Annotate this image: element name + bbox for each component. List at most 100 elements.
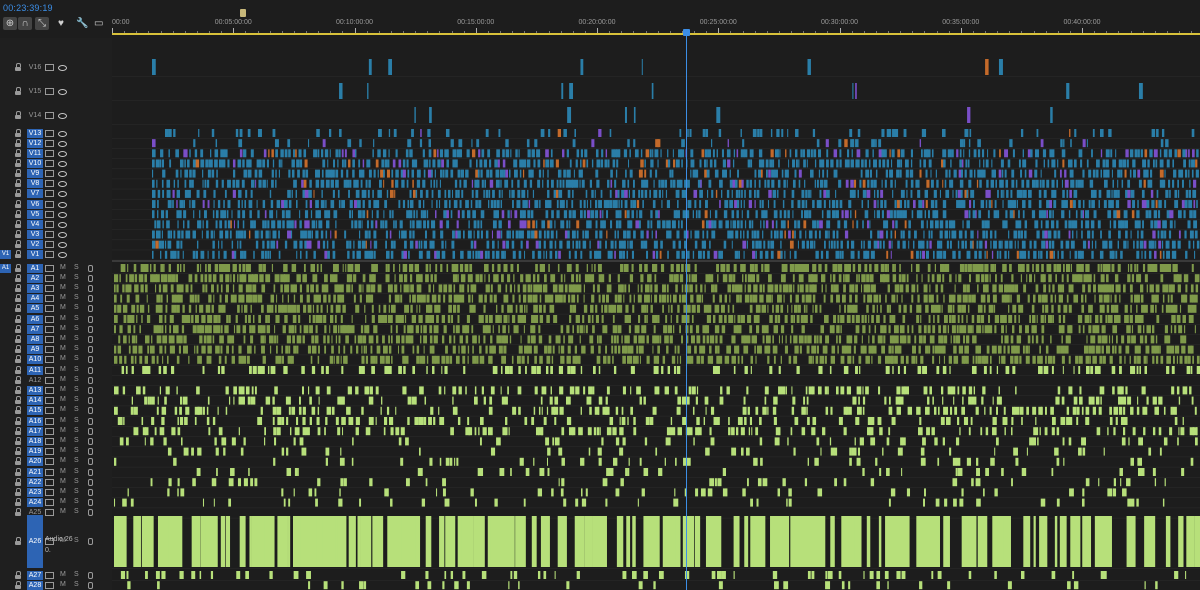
video-clip[interactable] (362, 210, 366, 219)
video-clip[interactable] (152, 240, 156, 249)
video-clip[interactable] (241, 200, 243, 209)
audio-clip[interactable] (142, 386, 146, 395)
video-clip[interactable] (698, 210, 701, 219)
audio-clip[interactable] (144, 355, 149, 364)
audio-clip[interactable] (981, 396, 984, 405)
video-clip[interactable] (1162, 179, 1166, 188)
sync-lock-icon[interactable] (45, 468, 54, 476)
audio-clip[interactable] (1088, 304, 1093, 313)
video-clip[interactable] (330, 230, 332, 239)
audio-clip[interactable] (1177, 284, 1181, 293)
video-clip[interactable] (770, 149, 774, 158)
video-clip[interactable] (395, 149, 398, 158)
video-clip[interactable] (416, 179, 421, 188)
eye-icon[interactable] (58, 140, 67, 147)
audio-clip[interactable] (481, 386, 484, 395)
audio-clip[interactable] (932, 325, 936, 334)
audio-clip[interactable] (641, 335, 645, 344)
video-clip[interactable] (329, 149, 331, 158)
lock-icon[interactable] (15, 457, 22, 466)
audio-clip[interactable] (724, 315, 727, 323)
audio-clip[interactable] (377, 284, 382, 293)
eye-icon[interactable] (58, 181, 67, 188)
video-clip[interactable] (773, 230, 777, 239)
audio-clip[interactable] (1111, 335, 1114, 344)
video-clip[interactable] (675, 159, 680, 168)
video-clip[interactable] (388, 59, 392, 75)
video-clip[interactable] (408, 250, 410, 259)
audio-clip[interactable] (571, 294, 576, 303)
video-clip[interactable] (1102, 159, 1106, 168)
sync-lock-icon[interactable] (45, 170, 54, 178)
video-clip[interactable] (638, 220, 641, 229)
audio-clip[interactable] (832, 264, 838, 272)
mute-button[interactable]: M (60, 355, 66, 362)
video-clip[interactable] (776, 129, 780, 137)
video-clip[interactable] (610, 240, 614, 249)
video-clip[interactable] (825, 250, 829, 259)
video-clip[interactable] (502, 149, 505, 158)
track-name[interactable]: A9 (27, 345, 43, 355)
audio-clip[interactable] (691, 274, 694, 283)
audio-clip[interactable] (1100, 396, 1102, 405)
video-clip[interactable] (783, 210, 787, 219)
video-clip[interactable] (763, 220, 765, 229)
video-clip[interactable] (245, 189, 248, 198)
video-clip[interactable] (969, 169, 973, 178)
audio-clip[interactable] (886, 304, 890, 313)
video-clip[interactable] (721, 220, 723, 229)
video-clip[interactable] (325, 230, 328, 239)
video-clip[interactable] (1092, 129, 1095, 137)
audio-clip[interactable] (840, 355, 845, 364)
video-clip[interactable] (1069, 169, 1074, 178)
audio-clip[interactable] (889, 304, 891, 313)
audio-clip[interactable] (597, 284, 600, 293)
video-clip[interactable] (890, 250, 892, 259)
audio-clip[interactable] (987, 325, 993, 334)
video-clip[interactable] (1152, 230, 1156, 239)
video-clip[interactable] (900, 230, 903, 239)
video-clip[interactable] (1184, 200, 1188, 209)
audio-clip[interactable] (956, 325, 959, 334)
audio-clip[interactable] (311, 366, 316, 374)
mic-icon[interactable] (88, 478, 93, 486)
video-clip[interactable] (908, 230, 911, 239)
audio-clip[interactable] (139, 355, 143, 364)
audio-clip[interactable] (739, 294, 742, 303)
video-clip[interactable] (1177, 189, 1180, 198)
audio-clip[interactable] (1018, 315, 1020, 323)
video-clip[interactable] (694, 240, 698, 249)
audio-clip[interactable] (309, 315, 311, 323)
audio-clip[interactable] (749, 325, 753, 334)
audio-clip[interactable] (979, 264, 984, 272)
audio-clip[interactable] (143, 264, 149, 272)
video-clip[interactable] (321, 149, 324, 158)
audio-clip[interactable] (254, 386, 257, 395)
audio-clip[interactable] (1106, 304, 1110, 313)
audio-clip[interactable] (731, 355, 736, 364)
audio-clip[interactable] (1097, 335, 1102, 344)
audio-clip[interactable] (225, 386, 229, 395)
audio-clip[interactable] (218, 315, 221, 323)
video-clip[interactable] (341, 149, 344, 158)
video-clip[interactable] (600, 189, 603, 198)
audio-clip[interactable] (888, 325, 891, 334)
video-clip[interactable] (746, 179, 749, 188)
audio-clip[interactable] (942, 274, 945, 283)
solo-button[interactable]: S (74, 447, 79, 454)
audio-clip[interactable] (151, 355, 155, 364)
audio-clip[interactable] (1166, 355, 1171, 364)
audio-clip[interactable] (1095, 345, 1101, 354)
audio-clip[interactable] (165, 325, 167, 334)
video-clip[interactable] (407, 169, 410, 178)
audio-clip[interactable] (666, 284, 669, 293)
audio-clip[interactable] (169, 325, 172, 334)
audio-clip[interactable] (967, 304, 970, 313)
mute-button[interactable]: M (60, 396, 66, 403)
audio-clip[interactable] (394, 274, 396, 283)
audio-clip[interactable] (840, 386, 845, 395)
audio-clip[interactable] (1150, 304, 1154, 313)
audio-clip[interactable] (874, 264, 879, 272)
video-clip[interactable] (644, 169, 647, 178)
video-clip[interactable] (1133, 240, 1135, 249)
